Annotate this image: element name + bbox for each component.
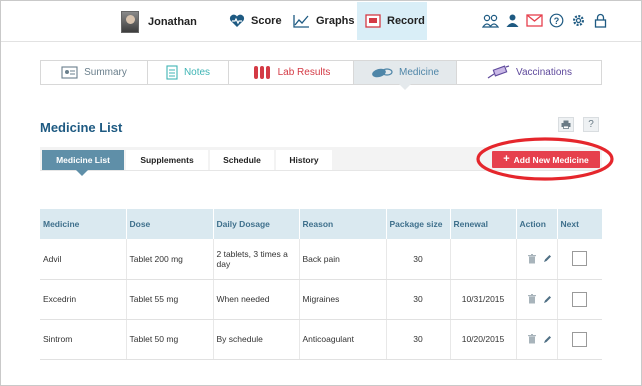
edit-pencil-icon[interactable] bbox=[543, 254, 552, 263]
top-navigation-bar: Jonathan Score Graphs Record ? bbox=[1, 1, 641, 42]
next-checkbox[interactable] bbox=[571, 331, 587, 347]
svg-text:?: ? bbox=[554, 16, 560, 26]
next-checkbox[interactable] bbox=[571, 251, 587, 267]
cell-medicine: Sintrom bbox=[40, 319, 126, 360]
summary-icon bbox=[61, 66, 78, 79]
cell-next bbox=[556, 319, 602, 360]
help-button[interactable]: ? bbox=[583, 117, 599, 132]
column-header-renewal[interactable]: Renewal bbox=[449, 209, 516, 239]
tab-supplements[interactable]: Supplements bbox=[126, 150, 208, 170]
plus-icon: + bbox=[503, 153, 510, 165]
tab-schedule[interactable]: Schedule bbox=[210, 150, 274, 170]
user-profile[interactable]: Jonathan bbox=[121, 10, 197, 34]
column-header-dose[interactable]: Dose bbox=[125, 209, 213, 239]
cell-renewal bbox=[449, 239, 516, 280]
tab-vaccinations[interactable]: Vaccinations bbox=[457, 61, 601, 84]
avatar bbox=[121, 11, 139, 33]
cell-reason: Back pain bbox=[298, 239, 386, 280]
cell-reason: Anticoagulant bbox=[298, 319, 386, 360]
cell-package-size: 30 bbox=[385, 319, 450, 360]
mail-icon[interactable] bbox=[526, 12, 543, 29]
tab-history[interactable]: History bbox=[276, 150, 332, 170]
top-icon-group: ? bbox=[482, 12, 609, 29]
trash-icon[interactable] bbox=[527, 334, 536, 344]
header-divider bbox=[1, 41, 641, 42]
cell-daily-dosage: By schedule bbox=[212, 319, 299, 360]
person-icon[interactable] bbox=[504, 12, 521, 29]
test-tubes-icon bbox=[253, 66, 270, 79]
people-icon[interactable] bbox=[482, 12, 499, 29]
cell-actions bbox=[515, 319, 557, 360]
tab-summary-label: Summary bbox=[84, 67, 127, 78]
tab-notes-label: Notes bbox=[183, 67, 211, 78]
user-name: Jonathan bbox=[148, 16, 197, 28]
add-new-medicine-button[interactable]: + Add New Medicine bbox=[492, 151, 600, 168]
heart-icon bbox=[229, 14, 245, 27]
trash-icon[interactable] bbox=[527, 253, 536, 264]
medicine-table: Medicine Dose Daily Dosage Reason Packag… bbox=[40, 209, 602, 360]
column-header-daily-dosage[interactable]: Daily Dosage bbox=[212, 209, 299, 239]
nav-record-label: Record bbox=[387, 15, 425, 27]
tab-vaccinations-label: Vaccinations bbox=[516, 67, 572, 78]
trash-icon[interactable] bbox=[527, 294, 536, 304]
cell-renewal: 10/20/2015 bbox=[449, 319, 516, 360]
edit-pencil-icon[interactable] bbox=[543, 335, 552, 344]
column-header-reason[interactable]: Reason bbox=[298, 209, 386, 239]
tab-medicine[interactable]: Medicine bbox=[354, 61, 457, 90]
column-header-next: Next bbox=[556, 209, 602, 239]
cell-medicine: Advil bbox=[40, 239, 126, 280]
table-header-row: Medicine Dose Daily Dosage Reason Packag… bbox=[40, 209, 602, 239]
add-new-medicine-label: Add New Medicine bbox=[513, 154, 589, 165]
cell-renewal: 10/31/2015 bbox=[449, 279, 516, 320]
pills-icon bbox=[372, 68, 393, 78]
column-header-package-size[interactable]: Package size bbox=[385, 209, 450, 239]
tab-summary[interactable]: Summary bbox=[41, 61, 148, 84]
cell-next bbox=[556, 239, 602, 280]
cell-package-size: 30 bbox=[385, 239, 450, 280]
print-button[interactable] bbox=[558, 117, 574, 132]
cell-medicine: Excedrin bbox=[40, 279, 126, 320]
cell-dose: Tablet 50 mg bbox=[125, 319, 213, 360]
tab-medicine-label: Medicine bbox=[398, 67, 440, 78]
printer-icon bbox=[561, 120, 571, 129]
tab-notes[interactable]: Notes bbox=[148, 61, 229, 84]
cell-dose: Tablet 200 mg bbox=[125, 239, 213, 280]
syringe-icon bbox=[487, 65, 510, 79]
nav-score[interactable]: Score bbox=[225, 2, 286, 40]
edit-pencil-icon[interactable] bbox=[543, 295, 552, 304]
table-row[interactable]: Sintrom Tablet 50 mg By schedule Anticoa… bbox=[40, 319, 602, 360]
line-graph-icon bbox=[293, 15, 309, 28]
next-checkbox[interactable] bbox=[571, 291, 587, 307]
tab-lab-results[interactable]: Lab Results bbox=[229, 61, 354, 84]
column-header-action: Action bbox=[515, 209, 557, 239]
record-icon bbox=[365, 14, 381, 28]
cell-next bbox=[556, 279, 602, 320]
gear-icon[interactable] bbox=[570, 12, 587, 29]
question-mark-icon: ? bbox=[588, 119, 594, 130]
nav-record[interactable]: Record bbox=[357, 2, 427, 40]
column-header-medicine[interactable]: Medicine bbox=[40, 209, 126, 239]
cell-dose: Tablet 55 mg bbox=[125, 279, 213, 320]
cell-reason: Migraines bbox=[298, 279, 386, 320]
cell-daily-dosage: 2 tablets, 3 times a day bbox=[212, 239, 299, 280]
help-icon[interactable]: ? bbox=[548, 12, 565, 29]
cell-daily-dosage: When needed bbox=[212, 279, 299, 320]
nav-graphs[interactable]: Graphs bbox=[289, 2, 359, 40]
notes-icon bbox=[166, 65, 178, 80]
cell-package-size: 30 bbox=[385, 279, 450, 320]
tab-medicine-list[interactable]: Medicine List bbox=[42, 150, 124, 176]
lock-icon[interactable] bbox=[592, 12, 609, 29]
table-row[interactable]: Advil Tablet 200 mg 2 tablets, 3 times a… bbox=[40, 239, 602, 280]
cell-actions bbox=[515, 279, 557, 320]
table-row[interactable]: Excedrin Tablet 55 mg When needed Migrai… bbox=[40, 279, 602, 320]
nav-score-label: Score bbox=[251, 15, 282, 27]
page-title: Medicine List bbox=[40, 120, 123, 135]
tab-lab-results-label: Lab Results bbox=[277, 67, 331, 78]
cell-actions bbox=[515, 239, 557, 280]
record-subtabs: Summary Notes Lab Results Medicine Vacci… bbox=[40, 60, 602, 90]
nav-graphs-label: Graphs bbox=[316, 15, 355, 27]
